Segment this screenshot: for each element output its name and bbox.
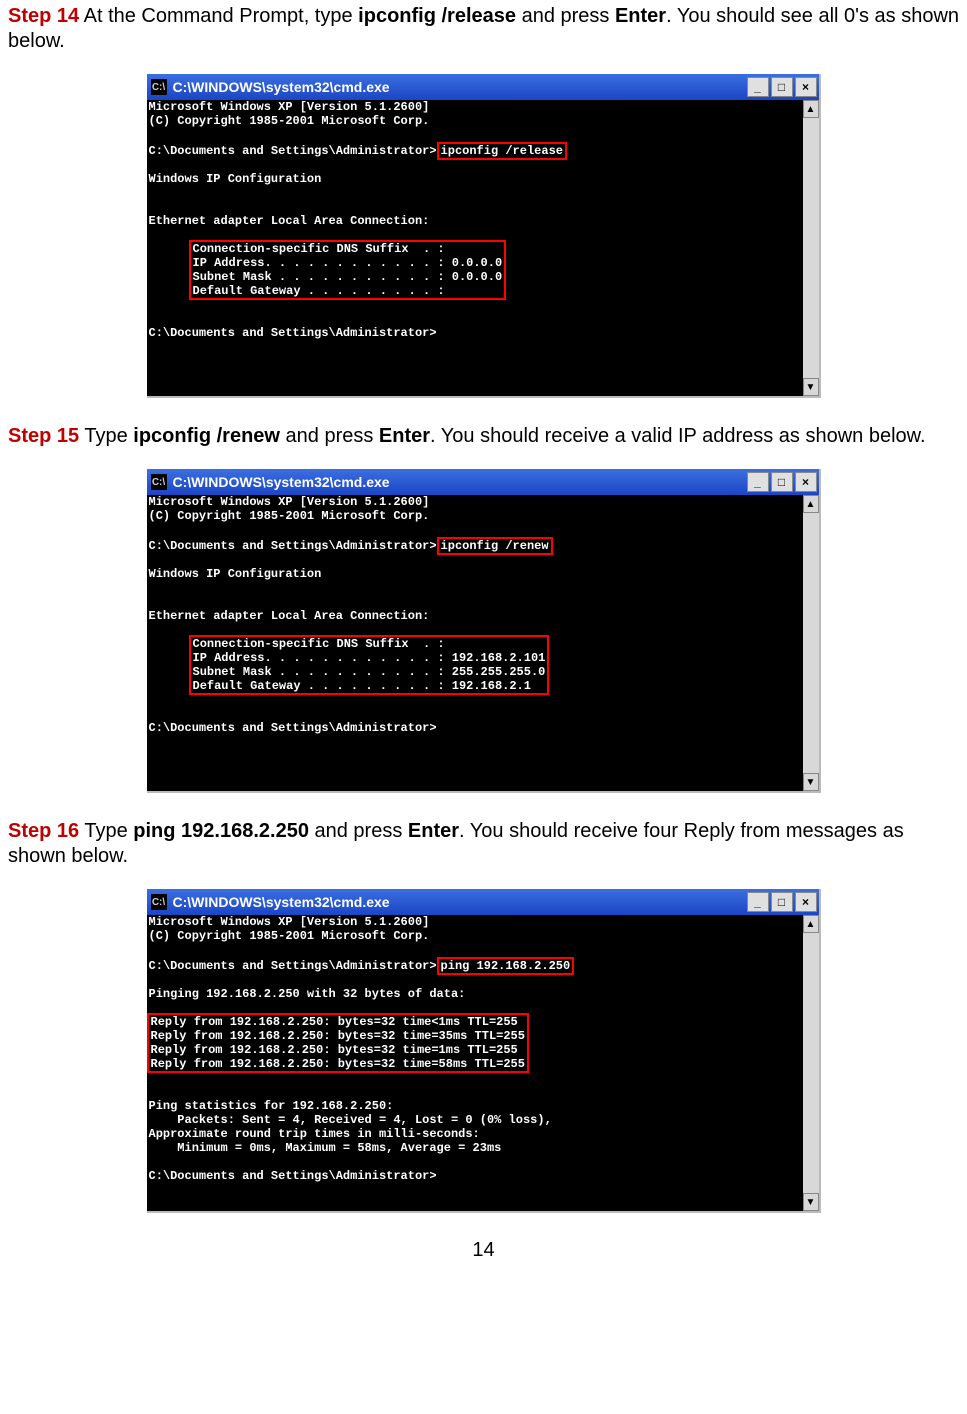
cmd-window-3: C:\ C:\WINDOWS\system32\cmd.exe _ □ × Mi… [147, 889, 821, 1213]
step15-text: Step 15 Type ipconfig /renew and press E… [8, 424, 959, 449]
cmd-icon: C:\ [151, 79, 167, 95]
step14-cmd: ipconfig /release [358, 5, 516, 27]
highlighted-command: ipconfig /renew [437, 537, 553, 555]
titlebar: C:\ C:\WINDOWS\system32\cmd.exe _ □ × [147, 469, 819, 495]
scroll-down-icon[interactable]: ▼ [803, 773, 819, 791]
step16-label: Step 16 [8, 820, 79, 842]
scroll-down-icon[interactable]: ▼ [803, 378, 819, 396]
minimize-button[interactable]: _ [747, 472, 769, 492]
highlighted-ip-block: Connection-specific DNS Suffix . : IP Ad… [189, 635, 550, 695]
highlighted-command: ipconfig /release [437, 142, 567, 160]
close-button[interactable]: × [795, 892, 817, 912]
enter-key: Enter [379, 425, 430, 447]
step14-text: Step 14 At the Command Prompt, type ipco… [8, 4, 959, 54]
step16-text: Step 16 Type ping 192.168.2.250 and pres… [8, 819, 959, 869]
minimize-button[interactable]: _ [747, 892, 769, 912]
scrollbar[interactable]: ▲ ▼ [803, 100, 819, 396]
titlebar: C:\ C:\WINDOWS\system32\cmd.exe _ □ × [147, 74, 819, 100]
terminal-output: Microsoft Windows XP [Version 5.1.2600] … [147, 100, 803, 396]
step14-label: Step 14 [8, 5, 79, 27]
maximize-button[interactable]: □ [771, 892, 793, 912]
scrollbar[interactable]: ▲ ▼ [803, 495, 819, 791]
enter-key: Enter [408, 820, 459, 842]
scroll-down-icon[interactable]: ▼ [803, 1193, 819, 1211]
window-title: C:\WINDOWS\system32\cmd.exe [173, 79, 390, 95]
cmd-window-2: C:\ C:\WINDOWS\system32\cmd.exe _ □ × Mi… [147, 469, 821, 793]
step16-cmd: ping 192.168.2.250 [133, 820, 309, 842]
window-title: C:\WINDOWS\system32\cmd.exe [173, 894, 390, 910]
minimize-button[interactable]: _ [747, 77, 769, 97]
close-button[interactable]: × [795, 472, 817, 492]
maximize-button[interactable]: □ [771, 77, 793, 97]
terminal-output: Microsoft Windows XP [Version 5.1.2600] … [147, 495, 803, 791]
window-title: C:\WINDOWS\system32\cmd.exe [173, 474, 390, 490]
scrollbar[interactable]: ▲ ▼ [803, 915, 819, 1211]
cmd-icon: C:\ [151, 474, 167, 490]
scroll-up-icon[interactable]: ▲ [803, 915, 819, 933]
maximize-button[interactable]: □ [771, 472, 793, 492]
enter-key: Enter [615, 5, 666, 27]
highlighted-ip-block: Connection-specific DNS Suffix . : IP Ad… [189, 240, 507, 300]
page-number: 14 [8, 1239, 959, 1262]
close-button[interactable]: × [795, 77, 817, 97]
terminal-output: Microsoft Windows XP [Version 5.1.2600] … [147, 915, 803, 1211]
cmd-window-1: C:\ C:\WINDOWS\system32\cmd.exe _ □ × Mi… [147, 74, 821, 398]
cmd-icon: C:\ [151, 894, 167, 910]
step15-label: Step 15 [8, 425, 79, 447]
highlighted-command: ping 192.168.2.250 [437, 957, 575, 975]
titlebar: C:\ C:\WINDOWS\system32\cmd.exe _ □ × [147, 889, 819, 915]
scroll-up-icon[interactable]: ▲ [803, 100, 819, 118]
highlighted-reply-block: Reply from 192.168.2.250: bytes=32 time<… [147, 1013, 529, 1073]
step15-cmd: ipconfig /renew [133, 425, 280, 447]
scroll-up-icon[interactable]: ▲ [803, 495, 819, 513]
